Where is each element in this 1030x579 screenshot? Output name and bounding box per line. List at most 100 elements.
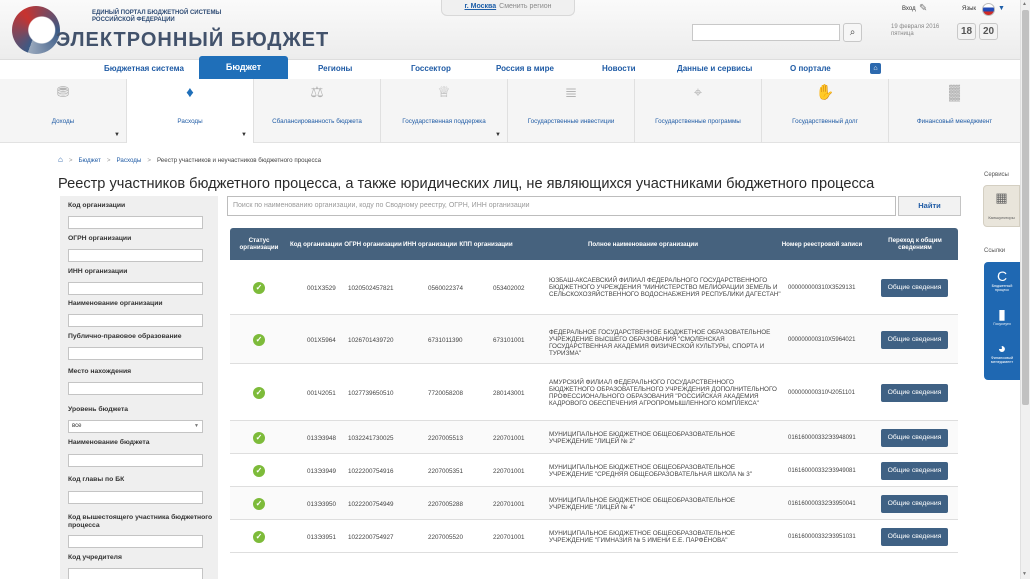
budget-level-select[interactable]: все ▼ xyxy=(68,420,203,433)
calculator-label: Калькуляторы xyxy=(988,215,1015,220)
breadcrumb-current: Реестр участников и неучастников бюджетн… xyxy=(156,157,322,164)
registry-search-input[interactable]: Поиск по наименованию организации, коду … xyxy=(227,196,896,216)
col-reg-number[interactable]: Номер реестровой записи xyxy=(772,228,872,260)
org-code-field[interactable] xyxy=(68,216,203,229)
location-field[interactable] xyxy=(68,382,203,395)
inn-field[interactable] xyxy=(68,282,203,295)
nav-russia-world[interactable]: Россия в мире xyxy=(496,64,554,73)
subnav-programs[interactable]: ⌖ Государственные программы xyxy=(635,79,762,143)
cell-kpp: 220701001 xyxy=(493,434,525,442)
general-info-button[interactable]: Общие сведения xyxy=(881,278,948,297)
subnav-fin-management[interactable]: ▓ Финансовый менеджмент xyxy=(889,79,1020,143)
general-info-button[interactable]: Общие сведения xyxy=(881,330,948,349)
page-title: Реестр участников бюджетного процесса, а… xyxy=(58,176,875,192)
cell-full-name: МУНИЦИПАЛЬНОЕ БЮДЖЕТНОЕ ОБЩЕОБРАЗОВАТЕЛЬ… xyxy=(549,496,736,511)
public-entity-field[interactable] xyxy=(68,347,203,360)
col-inn[interactable]: ИНН организации xyxy=(402,228,458,260)
breadcrumb-expenses[interactable]: Расходы xyxy=(116,157,141,164)
nav-public-sector[interactable]: Госсектор xyxy=(411,64,451,73)
col-status[interactable]: Статус организации xyxy=(230,228,288,260)
calculator-button[interactable]: ▦ Калькуляторы xyxy=(983,185,1020,227)
filter-panel: Код организации ОГРН организации ИНН орг… xyxy=(60,196,218,579)
subnav-label: Доходы xyxy=(51,118,75,125)
cell-inn: 7720058208 xyxy=(428,389,464,397)
table-row: ✓ 013Э3948 1032241730025 2207005513 22070100… xyxy=(230,421,958,454)
scroll-thumb[interactable] xyxy=(1022,10,1029,405)
lock-icon[interactable]: ⌂ xyxy=(870,63,881,74)
find-button[interactable]: Найти xyxy=(898,196,961,216)
chevron-down-icon[interactable]: ▼ xyxy=(998,5,1005,12)
coins-stack-icon: ≣ xyxy=(564,84,578,101)
status-ok-icon: ✓ xyxy=(253,386,265,399)
page-scrollbar[interactable]: ▲ ▼ xyxy=(1020,0,1030,579)
change-region-link[interactable]: Сменить регион xyxy=(499,3,551,10)
nav-news[interactable]: Новости xyxy=(602,64,636,73)
cell-inn: 0560022374 xyxy=(428,284,464,292)
general-info-button[interactable]: Общие сведения xyxy=(881,494,948,513)
bk-head-code-field[interactable] xyxy=(68,491,203,504)
document-icon: ▮ xyxy=(998,306,1006,322)
site-search-input[interactable] xyxy=(692,24,840,41)
general-info-button[interactable]: Общие сведения xyxy=(881,428,948,447)
search-icon[interactable]: ⌕ xyxy=(843,23,862,42)
link-fin-management[interactable]: ◕ Финансовый менеджмент xyxy=(984,340,1020,364)
subnav-state-debt[interactable]: ✋ Государственный долг xyxy=(762,79,889,143)
cell-ogrn: 1020502457821 xyxy=(348,284,394,292)
nav-budget-system[interactable]: Бюджетная система xyxy=(104,64,184,73)
region-link[interactable]: г. Москва xyxy=(465,3,497,10)
chevron-down-icon[interactable]: ▼ xyxy=(114,132,120,138)
org-name-field[interactable] xyxy=(68,314,203,327)
col-ogrn[interactable]: ОГРН организации xyxy=(344,228,402,260)
cell-full-name: МУНИЦИПАЛЬНОЕ БЮДЖЕТНОЕ ОБЩЕОБРАЗОВАТЕЛЬ… xyxy=(549,430,736,445)
location-label: Место нахождения xyxy=(68,368,132,375)
region-selector: г. Москва Сменить регион xyxy=(441,0,575,16)
scroll-down-icon[interactable]: ▼ xyxy=(1022,571,1027,577)
login-link[interactable]: Вход xyxy=(902,6,916,12)
founder-code-field[interactable] xyxy=(68,568,203,579)
site-title[interactable]: ЭЛЕКТРОННЫЙ БЮДЖЕТ xyxy=(56,29,329,52)
chevron-down-icon[interactable]: ▼ xyxy=(194,421,199,432)
general-info-button[interactable]: Общие сведения xyxy=(881,461,948,480)
subnav-revenue[interactable]: ⛃ Доходы ▼ xyxy=(0,79,127,143)
breadcrumb-budget[interactable]: Бюджет xyxy=(78,157,100,164)
key-icon[interactable]: ✎ xyxy=(919,3,927,14)
col-go-to[interactable]: Переход к общим сведениям xyxy=(872,228,958,260)
subnav-label: Государственная поддержка xyxy=(402,118,486,125)
link-budget-process[interactable]: C Бюджетный процесс xyxy=(984,268,1020,292)
language-label[interactable]: Язык xyxy=(962,6,976,12)
col-code[interactable]: Код организации xyxy=(288,228,344,260)
font-size-small-button[interactable]: 18 xyxy=(957,23,976,40)
inn-label: ИНН организации xyxy=(68,268,128,275)
subnav-expenses[interactable]: ♦ Расходы ▼ xyxy=(127,79,254,143)
budget-name-field[interactable] xyxy=(68,454,203,467)
chevron-down-icon[interactable]: ▼ xyxy=(495,132,501,138)
scroll-up-icon[interactable]: ▲ xyxy=(1022,1,1027,7)
subnav-label: Финансовый менеджмент xyxy=(916,118,993,125)
money-bag-icon: ♦ xyxy=(186,84,194,101)
budget-logo-icon[interactable] xyxy=(12,6,60,54)
cell-reg-number: 016160000332Э3949081 xyxy=(788,467,856,474)
general-info-button[interactable]: Общие сведения xyxy=(881,527,948,546)
link-gosuslugi[interactable]: ▮ Госуслуги xyxy=(984,306,1020,326)
ogrn-field[interactable] xyxy=(68,249,203,262)
chart-icon: ▓ xyxy=(949,84,960,101)
nav-about[interactable]: О портале xyxy=(790,64,831,73)
subnav-investments[interactable]: ≣ Государственные инвестиции xyxy=(508,79,635,143)
font-size-large-button[interactable]: 20 xyxy=(979,23,998,40)
general-info-button[interactable]: Общие сведения xyxy=(881,383,948,402)
subnav-state-support[interactable]: ♕ Государственная поддержка ▼ xyxy=(381,79,508,143)
parent-code-field[interactable] xyxy=(68,535,203,548)
col-full-name[interactable]: Полное наименование организации xyxy=(514,228,772,260)
services-label: Сервисы xyxy=(984,172,1009,178)
chevron-down-icon[interactable]: ▼ xyxy=(241,132,247,138)
main-navigation: Бюджетная система Бюджет Регионы Госсект… xyxy=(0,56,1020,84)
russian-flag-icon[interactable] xyxy=(982,3,995,16)
cell-kpp: 673101001 xyxy=(493,336,525,344)
budget-subnavigation: ⛃ Доходы ▼ ♦ Расходы ▼ ⚖ Сбалансированно… xyxy=(0,79,1020,143)
nav-data-services[interactable]: Данные и сервисы xyxy=(677,64,752,73)
nav-regions[interactable]: Регионы xyxy=(318,64,352,73)
home-icon[interactable]: ⌂ xyxy=(58,155,63,164)
pie-chart-icon: ◕ xyxy=(997,340,1007,356)
subnav-balance[interactable]: ⚖ Сбалансированность бюджета xyxy=(254,79,381,143)
col-kpp[interactable]: КПП организации xyxy=(458,228,514,260)
